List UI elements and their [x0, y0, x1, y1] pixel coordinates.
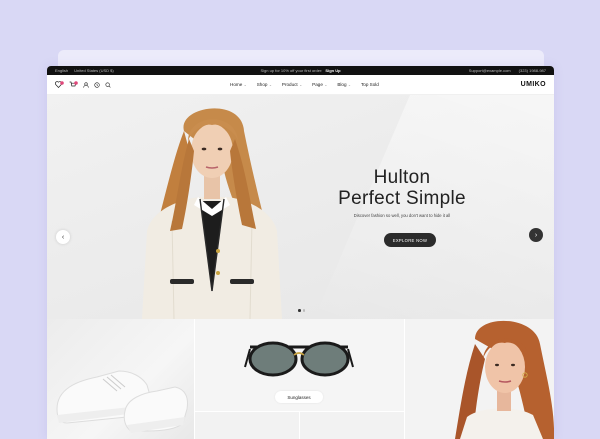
main-header: Home ⌄ Shop ⌄ Product ⌄ Page ⌄ Blog ⌄ Top Sol… — [47, 75, 554, 95]
menu-item-home[interactable]: Home ⌄ — [230, 82, 247, 87]
model-collection-card[interactable] — [405, 319, 554, 439]
hero-slider: Hulton Perfect Simple Discover fashion s… — [47, 95, 554, 319]
promo-text: Sign up for 10% off your first order: — [260, 68, 323, 73]
hero-title: Hulton Perfect Simple — [327, 167, 477, 209]
menu-item-top-sold[interactable]: Top Sold — [361, 82, 379, 87]
hero-subtitle: Discover fashion so well, you don't want… — [353, 213, 451, 218]
sneakers-image — [56, 370, 188, 433]
collection-card[interactable] — [300, 412, 404, 439]
support-phone[interactable]: (323) 1988-987 — [519, 68, 546, 73]
history-icon[interactable] — [94, 81, 100, 88]
wishlist-icon[interactable] — [55, 81, 64, 88]
menu-item-product[interactable]: Product ⌄ — [282, 82, 302, 87]
chevron-down-icon: ⌄ — [243, 82, 247, 87]
chevron-right-icon: › — [534, 231, 538, 239]
chevron-left-icon: ‹ — [61, 233, 65, 241]
slider-pagination — [298, 309, 305, 312]
cart-icon[interactable] — [69, 81, 78, 88]
announcement-bar: English United States (USD $) Sign up fo… — [47, 66, 554, 75]
signup-link[interactable]: Sign Up — [325, 68, 340, 73]
support-email[interactable]: Support@example.com — [469, 68, 511, 73]
menu-item-blog[interactable]: Blog ⌄ — [337, 82, 351, 87]
main-menu: Home ⌄ Shop ⌄ Product ⌄ Page ⌄ Blog ⌄ Top Sol… — [230, 82, 379, 87]
model-portrait-image — [455, 320, 554, 439]
slider-dot[interactable] — [302, 309, 305, 312]
hero-title-line-2: Perfect Simple — [338, 188, 466, 209]
collection-grid: Sunglasses — [47, 319, 554, 439]
slider-prev-button[interactable]: ‹ — [56, 230, 70, 244]
menu-item-shop[interactable]: Shop ⌄ — [257, 82, 272, 87]
account-icon[interactable] — [83, 81, 89, 88]
chevron-down-icon: ⌄ — [324, 82, 328, 87]
chevron-down-icon: ⌄ — [299, 82, 303, 87]
sunglasses-collection-card[interactable]: Sunglasses — [195, 319, 404, 411]
slider-next-button[interactable]: › — [529, 228, 543, 242]
search-icon[interactable] — [105, 81, 111, 88]
chevron-down-icon: ⌄ — [268, 82, 272, 87]
slider-dot[interactable] — [298, 309, 301, 312]
menu-item-page[interactable]: Page ⌄ — [312, 82, 327, 87]
brand-logo[interactable]: UMIKO — [521, 81, 546, 88]
explore-now-button[interactable]: EXPLORE NOW — [384, 233, 436, 247]
sunglasses-label[interactable]: Sunglasses — [275, 391, 323, 403]
hero-title-line-1: Hulton — [373, 167, 431, 188]
sunglasses-image — [244, 341, 354, 377]
collection-card[interactable] — [195, 412, 299, 439]
sneakers-collection-card[interactable] — [47, 319, 194, 439]
hero-model-image — [142, 108, 282, 319]
browser-frame: English United States (USD $) Sign up fo… — [47, 66, 554, 439]
chevron-down-icon: ⌄ — [348, 82, 351, 87]
